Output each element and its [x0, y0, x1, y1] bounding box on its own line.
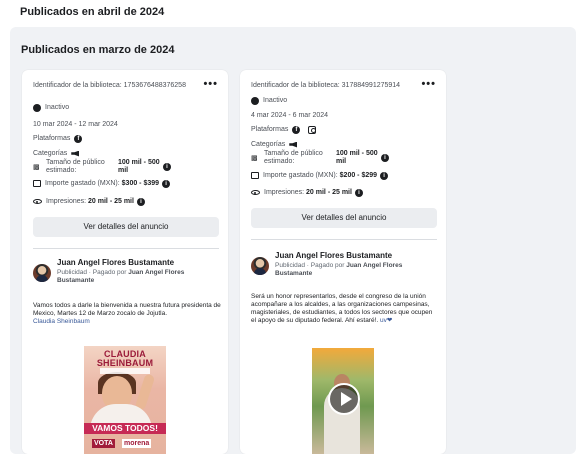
ad-body-link[interactable]: Claudia Sheinbaum — [33, 318, 90, 325]
categories-label: Categorías — [251, 141, 286, 148]
status-row: Inactivo — [33, 103, 69, 112]
ad-video-thumbnail[interactable] — [312, 348, 374, 454]
play-icon[interactable] — [328, 383, 360, 415]
status-label: Inactivo — [263, 97, 288, 104]
ad-body-link[interactable]: uv❤ — [380, 317, 392, 324]
view-ad-details-button[interactable]: Ver detalles del anuncio — [33, 217, 219, 237]
info-icon[interactable]: i — [136, 197, 145, 206]
platforms-label: Plataformas — [251, 126, 289, 133]
instagram-icon — [308, 125, 317, 134]
platforms-row: Plataformas f — [251, 125, 320, 134]
section-title-march: Publicados en marzo de 2024 — [21, 44, 175, 56]
ad-body-text: Será un honor representarlos, desde el c… — [251, 293, 433, 324]
ad-card: Identificador de la biblioteca: 17536764… — [22, 70, 228, 454]
date-range: 4 mar 2024 - 6 mar 2024 — [251, 112, 329, 119]
advertiser-name[interactable]: Juan Angel Flores Bustamante — [275, 251, 392, 260]
categories-row: Categorías — [33, 149, 83, 158]
impressions-value: 20 mil - 25 mil — [306, 189, 352, 196]
ad-body: Vamos todos a darle la bienvenida a nues… — [33, 302, 221, 326]
info-icon[interactable]: i — [162, 179, 171, 188]
ad-creative-image[interactable]: CLAUDIA SHEINBAUM VAMOS TODOS! VOTA more… — [84, 346, 166, 454]
audience-row: ▩ Tamaño de público estimado: 100 mil - … — [33, 159, 171, 175]
status-row: Inactivo — [251, 96, 287, 105]
categories-label: Categorías — [33, 150, 68, 157]
creative-headline: CLAUDIA SHEINBAUM — [96, 349, 154, 368]
info-icon[interactable]: i — [381, 154, 389, 162]
spend-row: Importe gastado (MXN): $300 - $399 i — [33, 179, 171, 188]
status-label: Inactivo — [45, 104, 70, 111]
sponsor-prefix: Publicidad · Pagado por — [275, 262, 345, 269]
spend-value: $200 - $299 — [339, 172, 378, 179]
library-id: Identificador de la biblioteca: 17536764… — [33, 82, 186, 89]
march-section: Publicados en marzo de 2024 Identificado… — [10, 27, 576, 454]
info-icon[interactable]: i — [163, 163, 171, 171]
audience-value: 100 mil - 500 mil — [336, 150, 378, 165]
spend-label: Importe gastado (MXN): — [263, 172, 338, 179]
creative-party-logo: morena — [122, 439, 152, 448]
advertiser-name[interactable]: Juan Angel Flores Bustamante — [57, 258, 174, 267]
divider — [33, 248, 219, 249]
eye-icon — [33, 199, 42, 204]
advertiser-avatar[interactable] — [251, 257, 269, 275]
spend-label: Importe gastado (MXN): — [45, 180, 120, 187]
view-ad-details-button[interactable]: Ver detalles del anuncio — [251, 208, 437, 228]
impressions-value: 20 mil - 25 mil — [88, 198, 134, 205]
audience-label: Tamaño de público estimado: — [264, 150, 323, 165]
spend-value: $300 - $399 — [121, 180, 160, 187]
advertiser-avatar[interactable] — [33, 264, 51, 282]
facebook-icon: f — [74, 134, 83, 143]
impressions-row: Impresiones: 20 mil - 25 mil i — [251, 188, 363, 197]
creative-slogan: VAMOS TODOS! — [84, 423, 166, 434]
platforms-label: Plataformas — [33, 135, 71, 142]
date-range: 10 mar 2024 - 12 mar 2024 — [33, 121, 118, 128]
money-icon — [251, 172, 259, 179]
categories-row: Categorías — [251, 140, 301, 149]
creative-vote-badge: VOTA — [92, 439, 115, 448]
status-dot-icon — [251, 96, 259, 105]
more-options-button[interactable]: ••• — [421, 78, 436, 90]
impressions-label: Impresiones: — [264, 189, 305, 196]
facebook-icon: f — [292, 125, 301, 134]
eye-icon — [251, 190, 260, 195]
creative-subtitle-strip — [100, 368, 150, 374]
sponsor-line: Publicidad · Pagado por Juan Angel Flore… — [57, 269, 217, 285]
divider — [251, 239, 437, 240]
audience-icon: ▩ — [251, 155, 258, 162]
page-header-april: Publicados en abril de 2024 — [0, 0, 580, 26]
audience-value: 100 mil - 500 mil — [118, 159, 160, 174]
sponsor-line: Publicidad · Pagado por Juan Angel Flore… — [275, 262, 435, 278]
ad-body-text: Vamos todos a darle la bienvenida a nues… — [33, 302, 221, 317]
more-options-button[interactable]: ••• — [203, 78, 218, 90]
creative-arm — [134, 373, 156, 411]
audience-row: ▩ Tamaño de público estimado: 100 mil - … — [251, 150, 389, 166]
audience-label: Tamaño de público estimado: — [46, 159, 105, 174]
status-dot-icon — [33, 103, 41, 112]
platforms-row: Plataformas f — [33, 134, 86, 143]
ad-card: Identificador de la biblioteca: 31788499… — [240, 70, 446, 454]
megaphone-icon — [289, 141, 298, 148]
spend-row: Importe gastado (MXN): $200 - $299 i — [251, 171, 389, 180]
impressions-row: Impresiones: 20 mil - 25 mil i — [33, 197, 145, 206]
info-icon[interactable]: i — [354, 188, 363, 197]
audience-icon: ▩ — [33, 164, 40, 171]
sponsor-prefix: Publicidad · Pagado por — [57, 269, 127, 276]
impressions-label: Impresiones: — [46, 198, 87, 205]
library-id: Identificador de la biblioteca: 31788499… — [251, 82, 401, 89]
megaphone-icon — [71, 150, 80, 157]
money-icon — [33, 180, 41, 187]
ad-body: Será un honor representarlos, desde el c… — [251, 293, 439, 325]
info-icon[interactable]: i — [380, 171, 389, 180]
